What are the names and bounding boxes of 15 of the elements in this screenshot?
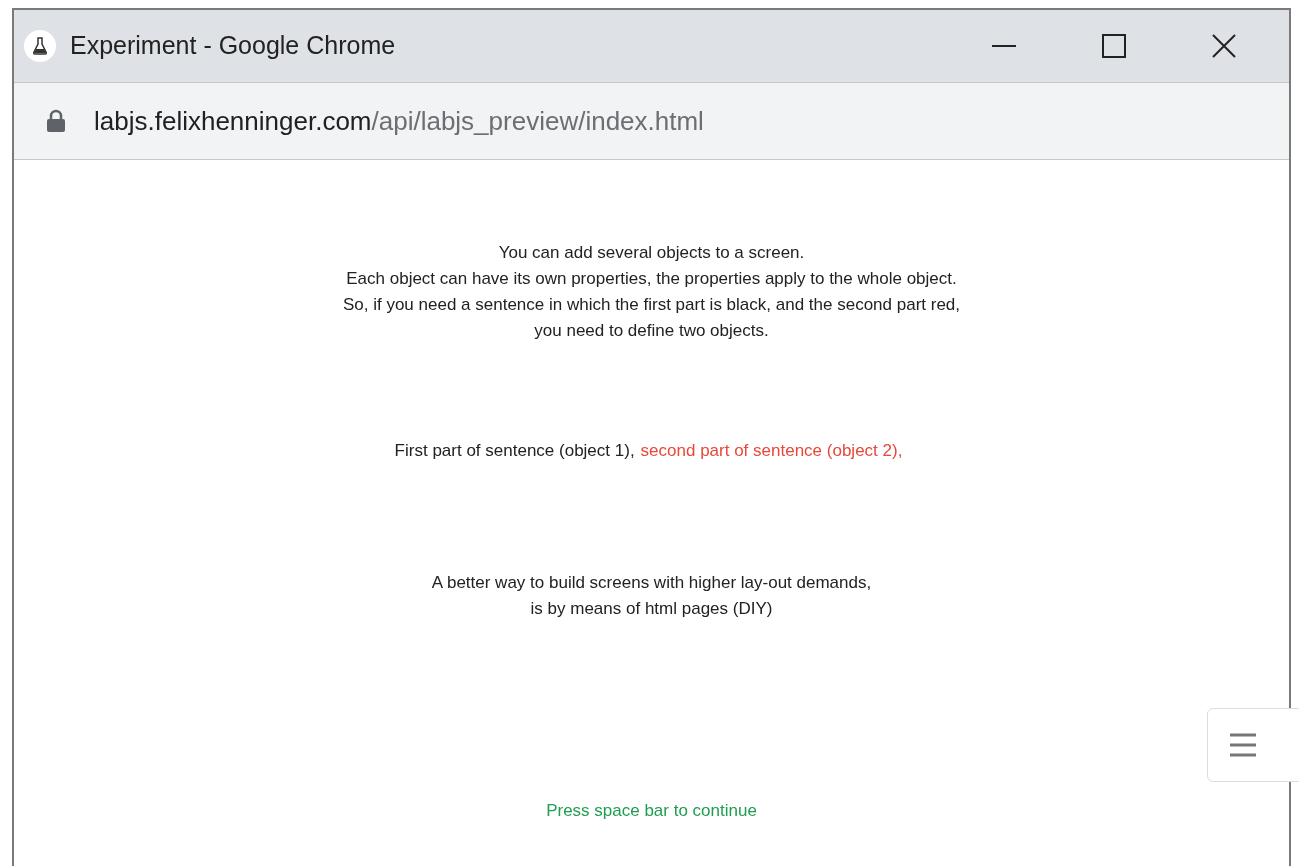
minimize-icon	[992, 45, 1016, 47]
maximize-icon	[1102, 34, 1126, 58]
intro-paragraph: You can add several objects to a screen. Each object can have its own properties, the properties apply to the whole object. So, if you need a sentence in which the first part is black, and the second part red, you need to define two objects.	[342, 242, 961, 342]
url-text: labjs.felixhenninger.com/api/labjs_preview/index.html	[94, 104, 704, 138]
sentence-part: First part of sentence (object 1),	[394, 441, 635, 460]
menu-button[interactable]	[1207, 708, 1299, 782]
window-title: Experiment - Google Chrome	[70, 30, 396, 62]
close-icon	[1212, 34, 1236, 58]
app-icon	[24, 30, 56, 62]
lock-icon	[46, 109, 66, 133]
note-paragraph: A better way to build screens with higher lay-out demands, is by means of html pages (DIY)	[431, 572, 872, 620]
address-bar[interactable]: labjs.felixhenninger.com/api/labjs_preview/index.html	[14, 82, 1289, 160]
menu-icon	[1230, 732, 1256, 758]
sentence-part: second part of sentence (object 2),	[640, 441, 903, 460]
continue-hint: Press space bar to continue	[546, 800, 757, 822]
